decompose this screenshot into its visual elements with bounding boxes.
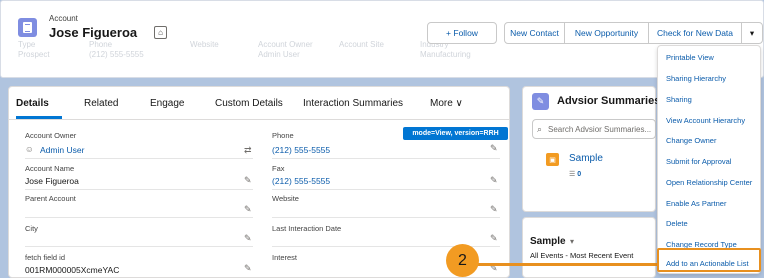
field-divider <box>25 189 253 190</box>
field-label-interest: Interest <box>272 253 298 262</box>
field-label-phone: Phone <box>272 131 294 140</box>
menu-item-highlight <box>657 248 761 272</box>
search-icon: ⌕ <box>537 124 543 134</box>
follow-button[interactable]: + Follow <box>427 22 497 44</box>
sample-link[interactable]: Sample <box>569 153 603 164</box>
menu-item-enable-as-partner[interactable]: Enable As Partner <box>666 199 726 208</box>
callout-number: 2 <box>446 244 479 277</box>
highlight-website: Website <box>190 40 219 49</box>
account-name-title: Jose Figueroa <box>49 25 138 40</box>
edit-pencil-icon[interactable]: ✎ <box>244 175 254 185</box>
tab-related[interactable]: Related <box>84 98 118 109</box>
sample-list-subtitle: All Events - Most Recent Event <box>530 251 634 260</box>
field-divider <box>25 246 253 247</box>
tab-more[interactable]: More ∨ <box>430 98 463 109</box>
hierarchy-icon[interactable]: ⌂ <box>154 26 167 39</box>
menu-item-change-owner[interactable]: Change Owner <box>666 136 716 145</box>
mode-badge: mode=View, version=RRH <box>403 127 508 140</box>
menu-item-delete[interactable]: Delete <box>666 219 688 228</box>
field-label-last-interaction-date: Last Interaction Date <box>272 224 342 233</box>
field-label-account-owner: Account Owner <box>25 131 77 140</box>
field-label-city: City <box>25 224 38 233</box>
field-divider <box>272 189 500 190</box>
check-new-data-button[interactable]: Check for New Data <box>648 22 742 44</box>
field-divider <box>272 217 500 218</box>
new-opportunity-button[interactable]: New Opportunity <box>564 22 649 44</box>
field-value-phone[interactable]: (212) 555-5555 <box>272 145 330 155</box>
field-value-account-owner[interactable]: Admin User <box>40 145 84 155</box>
menu-item-printable-view[interactable]: Printable View <box>666 53 714 62</box>
highlight-owner: Account Owner Admin User <box>258 40 313 59</box>
tabs-divider <box>9 119 509 120</box>
edit-pencil-icon[interactable]: ✎ <box>490 204 500 214</box>
sample-record-icon: ▣ <box>546 153 559 166</box>
advisor-summaries-icon: ✎ <box>532 93 549 110</box>
edit-pencil-icon[interactable]: ✎ <box>244 263 254 273</box>
change-owner-icon[interactable]: ⇄ <box>244 145 254 155</box>
menu-item-sharing[interactable]: Sharing <box>666 95 692 104</box>
highlight-phone: Phone (212) 555-5555 <box>89 40 144 59</box>
highlight-site: Account Site <box>339 40 384 49</box>
field-divider <box>272 158 500 159</box>
tab-custom-details[interactable]: Custom Details <box>215 98 283 109</box>
menu-item-open-relationship-center[interactable]: Open Relationship Center <box>666 178 752 187</box>
more-actions-button[interactable]: ▾ <box>741 22 763 44</box>
field-divider <box>25 158 253 159</box>
highlight-type: Type Prospect <box>18 40 50 59</box>
tab-interaction-summaries[interactable]: Interaction Summaries <box>303 98 403 109</box>
user-icon: ☺ <box>25 144 34 154</box>
tab-details[interactable]: Details <box>16 98 49 109</box>
field-divider <box>25 217 253 218</box>
advisor-search-placeholder: Search Advsior Summaries... <box>548 125 652 134</box>
field-label-parent-account: Parent Account <box>25 194 76 203</box>
tab-engage[interactable]: Engage <box>150 98 184 109</box>
callout-line <box>474 263 658 266</box>
account-icon <box>18 18 37 37</box>
edit-pencil-icon[interactable]: ✎ <box>490 233 500 243</box>
menu-item-view-account-hierarchy[interactable]: View Account Hierarchy <box>666 116 745 125</box>
new-contact-button[interactable]: New Contact <box>504 22 565 44</box>
edit-pencil-icon[interactable]: ✎ <box>490 175 500 185</box>
sample-list-card <box>522 217 656 278</box>
field-value-fax[interactable]: (212) 555-5555 <box>272 176 330 186</box>
field-label-fetch-field-id: fetch field id <box>25 253 66 262</box>
object-label: Account <box>49 14 78 23</box>
edit-pencil-icon[interactable]: ✎ <box>244 233 254 243</box>
sample-list-title[interactable]: Sample <box>530 236 566 247</box>
chevron-down-icon[interactable]: ▾ <box>570 237 574 246</box>
field-label-account-name: Account Name <box>25 164 75 173</box>
edit-pencil-icon[interactable]: ✎ <box>490 143 500 153</box>
field-value-account-name: Jose Figueroa <box>25 176 79 186</box>
sample-count: ☰ 0 <box>569 171 582 178</box>
field-value-fetch-field-id: 001RM000005XcmeYAC <box>25 265 120 275</box>
menu-item-sharing-hierarchy[interactable]: Sharing Hierarchy <box>666 74 726 83</box>
field-label-website: Website <box>272 194 299 203</box>
field-label-fax: Fax <box>272 164 285 173</box>
edit-pencil-icon[interactable]: ✎ <box>244 204 254 214</box>
menu-item-submit-for-approval[interactable]: Submit for Approval <box>666 157 731 166</box>
details-card <box>8 86 510 278</box>
advisor-summaries-title: Advsior Summaries <box>557 95 661 107</box>
